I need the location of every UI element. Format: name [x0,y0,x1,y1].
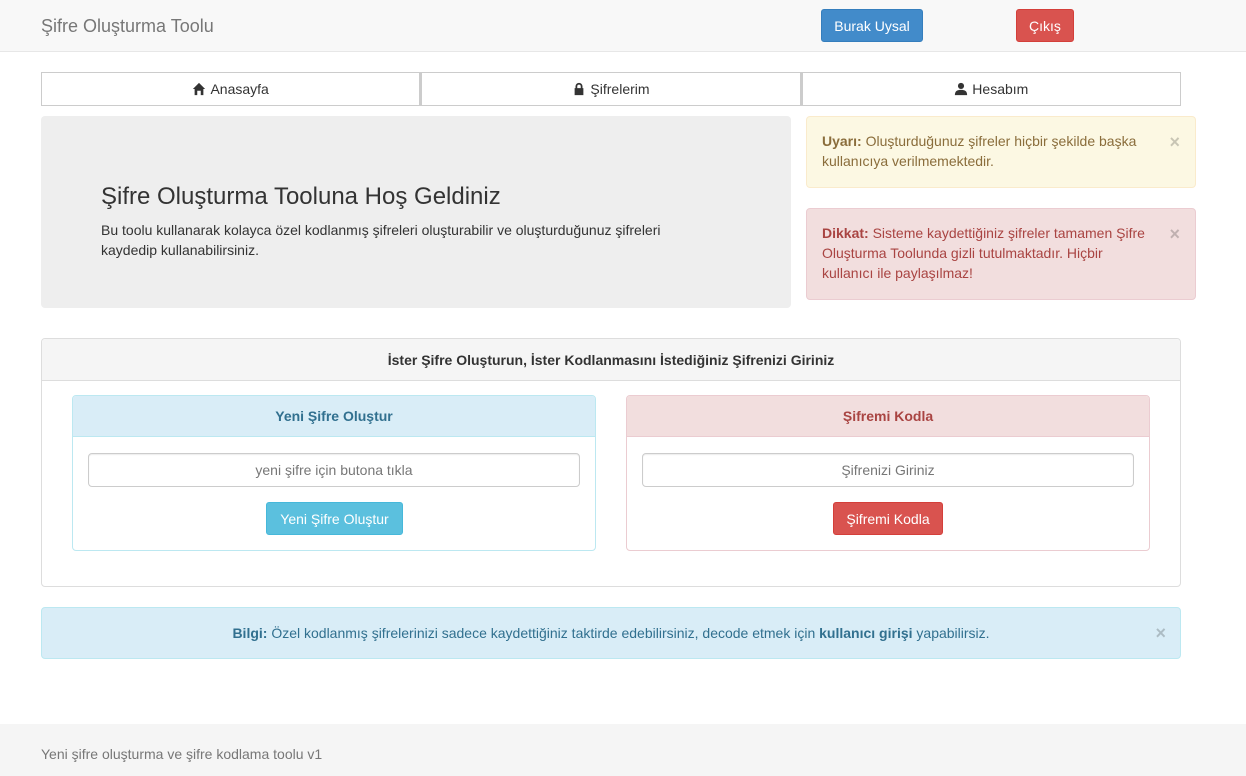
info-alert: Bilgi: Özel kodlanmış şifrelerinizi sade… [41,607,1181,659]
home-icon [193,82,206,96]
tab-anasayfa[interactable]: Anasayfa [41,72,421,106]
info-text-before: Özel kodlanmış şifrelerinizi sadece kayd… [267,625,820,641]
encode-password-panel: Şifremi Kodla Şifremi Kodla [626,395,1150,551]
password-input[interactable] [642,453,1134,487]
user-button[interactable]: Burak Uysal [821,9,923,42]
close-icon[interactable]: × [1169,133,1180,151]
warning-alert: Uyarı: Oluşturduğunuz şifreler hiçbir şe… [806,116,1196,188]
generate-panel-heading: Yeni Şifre Oluştur [73,396,595,437]
danger-label: Dikkat: [822,225,869,241]
tab-label: Anasayfa [210,81,269,97]
generate-password-panel: Yeni Şifre Oluştur Yeni Şifre Oluştur [72,395,596,551]
navbar: Şifre Oluşturma Toolu Burak Uysal Çıkış [0,0,1246,52]
generate-password-button[interactable]: Yeni Şifre Oluştur [266,502,403,535]
logout-button[interactable]: Çıkış [1016,9,1074,42]
warning-text: Oluşturduğunuz şifreler hiçbir şekilde b… [822,133,1137,169]
password-tools-panel: İster Şifre Oluşturun, İster Kodlanmasın… [41,338,1181,587]
warning-label: Uyarı: [822,133,862,149]
welcome-jumbotron: Şifre Oluşturma Tooluna Hoş Geldiniz Bu … [41,116,791,308]
info-message: Bilgi: Özel kodlanmış şifrelerinizi sade… [232,623,989,643]
welcome-text: Bu toolu kullanarak kolayca özel kodlanm… [101,222,661,258]
generated-password-field[interactable] [88,453,580,487]
encode-password-button[interactable]: Şifremi Kodla [833,502,943,535]
encode-panel-heading: Şifremi Kodla [627,396,1149,437]
brand-title[interactable]: Şifre Oluşturma Toolu [41,15,214,37]
panel-heading: İster Şifre Oluşturun, İster Kodlanmasın… [42,339,1180,381]
danger-alert: Dikkat: Sisteme kaydettiğiniz şifreler t… [806,208,1196,300]
welcome-title: Şifre Oluşturma Tooluna Hoş Geldiniz [101,183,501,210]
info-text-after: yapabilirsiz. [912,625,990,641]
tab-sifrelerim[interactable]: Şifrelerim [420,72,801,106]
tab-label: Şifrelerim [590,81,650,97]
danger-text: Sisteme kaydettiğiniz şifreler tamamen Ş… [822,225,1145,281]
footer-text: Yeni şifre oluşturma ve şifre kodlama to… [41,746,323,762]
main-nav-tabs: Anasayfa Şifrelerim Hesabım [41,72,1181,106]
tab-label: Hesabım [972,81,1029,97]
user-icon [955,82,968,96]
tab-hesabim[interactable]: Hesabım [800,72,1181,106]
info-label: Bilgi: [232,625,268,641]
close-icon[interactable]: × [1169,225,1180,243]
footer: Yeni şifre oluşturma ve şifre kodlama to… [0,724,1246,776]
close-icon[interactable]: × [1155,624,1166,642]
lock-icon [575,82,584,96]
login-link[interactable]: kullanıcı girişi [819,625,912,641]
